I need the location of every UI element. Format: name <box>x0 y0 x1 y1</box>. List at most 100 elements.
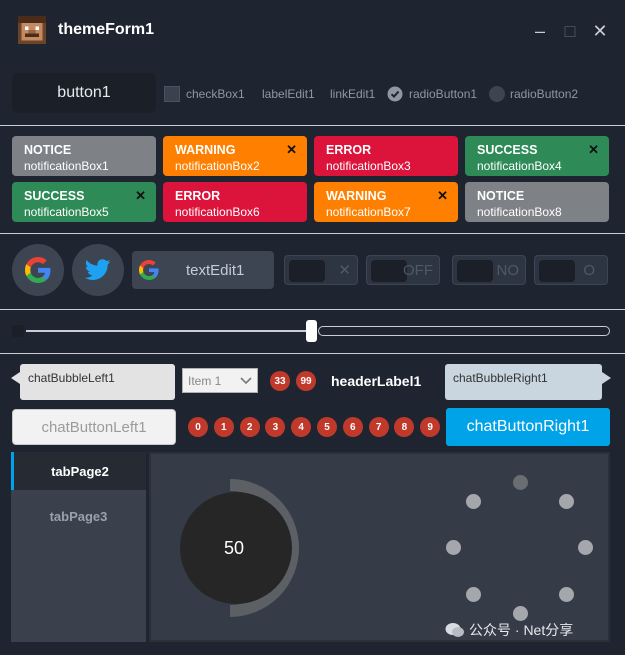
spinner-dot <box>559 494 574 509</box>
slider-thumb[interactable] <box>306 320 317 342</box>
tab-page2[interactable]: tabPage2 <box>11 452 146 490</box>
radio-button1-label[interactable]: radioButton1 <box>409 87 477 101</box>
toggle-label: O <box>583 262 595 279</box>
separator <box>0 309 625 310</box>
badge-99: 99 <box>296 371 316 391</box>
notification-box[interactable]: ERROR notificationBox6 <box>163 182 307 222</box>
toggle-x[interactable]: ✕ <box>284 255 358 285</box>
slider-fill <box>26 330 312 332</box>
text-edit1[interactable]: textEdit1 <box>132 251 274 289</box>
button1[interactable]: button1 <box>12 73 156 113</box>
item-combobox[interactable]: Item 1 <box>182 368 258 393</box>
number-badge: 1 <box>213 417 234 437</box>
watermark-text: 公众号 · Net分享 <box>469 622 574 638</box>
chat-bubble-left: chatBubbleLeft1 <box>11 364 175 400</box>
number-badge: 4 <box>291 417 312 437</box>
toggle-label: NO <box>496 262 520 279</box>
close-icon[interactable]: ✕ <box>588 142 599 158</box>
checkbox1-box[interactable] <box>164 86 180 102</box>
notification-title: NOTICE <box>477 189 525 203</box>
number-badge: 9 <box>420 417 441 437</box>
radio-button2-label[interactable]: radioButton2 <box>510 87 578 101</box>
notification-box[interactable]: NOTICE notificationBox1 <box>12 136 156 176</box>
number-badge: 6 <box>342 417 363 437</box>
notification-box[interactable]: ERROR notificationBox3 <box>314 136 458 176</box>
toggle-knob <box>371 260 407 282</box>
close-icon[interactable]: ✕ <box>135 188 146 204</box>
toggle-label: OFF <box>403 262 433 279</box>
toggle-knob <box>289 260 325 282</box>
notification-title: SUCCESS <box>24 189 85 203</box>
link-edit1[interactable]: linkEdit1 <box>330 87 375 101</box>
chat-bubble-right-text: chatBubbleRight1 <box>453 371 548 385</box>
spinner-dot <box>578 540 593 555</box>
number-badge: 3 <box>265 417 286 437</box>
knob-control[interactable]: 50 <box>172 478 312 618</box>
notification-title: NOTICE <box>24 143 72 157</box>
spinner-dot <box>466 494 481 509</box>
combobox-value: Item 1 <box>188 374 222 388</box>
toggle-knob <box>539 260 575 282</box>
notification-box[interactable]: NOTICE notificationBox8 <box>465 182 609 222</box>
notification-name: notificationBox3 <box>326 159 411 173</box>
chat-button-right[interactable]: chatButtonRight1 <box>446 408 610 446</box>
bubble-tail <box>11 372 20 384</box>
loading-spinner <box>440 468 600 628</box>
chat-button-left[interactable]: chatButtonLeft1 <box>12 409 176 445</box>
text-edit1-value: textEdit1 <box>186 262 245 279</box>
toggle-off[interactable]: OFF <box>366 255 440 285</box>
chevron-down-icon <box>240 377 252 385</box>
notification-title: ERROR <box>175 189 221 203</box>
app-icon <box>18 16 46 44</box>
tab-page3[interactable]: tabPage3 <box>11 497 146 535</box>
notification-name: notificationBox4 <box>477 159 562 173</box>
separator <box>0 125 625 126</box>
radio-checked-icon[interactable] <box>387 86 403 102</box>
label-edit1[interactable]: labelEdit1 <box>262 87 315 101</box>
slider-start-marker <box>12 325 24 337</box>
notification-box[interactable]: SUCCESS notificationBox5 ✕ <box>12 182 156 222</box>
spinner-dot <box>466 587 481 602</box>
maximize-button[interactable]: □ <box>555 16 585 46</box>
bubble-tail <box>602 372 611 384</box>
number-badge: 0 <box>188 417 208 437</box>
radio-unchecked-icon[interactable] <box>489 86 505 102</box>
notification-name: notificationBox2 <box>175 159 260 173</box>
toggle-o[interactable]: O <box>534 255 608 285</box>
notification-box[interactable]: SUCCESS notificationBox4 ✕ <box>465 136 609 176</box>
toggle-knob <box>457 260 493 282</box>
number-badge: 2 <box>239 417 260 437</box>
slider-rest <box>318 326 610 336</box>
twitter-circle-button[interactable] <box>72 244 124 296</box>
separator <box>0 233 625 234</box>
slider-track[interactable] <box>26 320 610 342</box>
notification-name: notificationBox1 <box>24 159 109 173</box>
chat-bubble-left-text: chatBubbleLeft1 <box>28 371 115 385</box>
notification-title: ERROR <box>326 143 372 157</box>
watermark: 公众号 · Net分享 <box>445 620 573 640</box>
header-label1: headerLabel1 <box>331 373 422 389</box>
google-circle-button[interactable] <box>12 244 64 296</box>
notification-title: WARNING <box>326 189 387 203</box>
google-icon <box>25 257 51 283</box>
notification-name: notificationBox8 <box>477 205 562 219</box>
close-icon[interactable]: ✕ <box>437 188 448 204</box>
toggle-no[interactable]: NO <box>452 255 526 285</box>
close-icon[interactable]: ✕ <box>286 142 297 158</box>
number-badge: 8 <box>394 417 415 437</box>
number-badge: 7 <box>368 417 389 437</box>
notification-box[interactable]: WARNING notificationBox2 ✕ <box>163 136 307 176</box>
notification-name: notificationBox5 <box>24 205 109 219</box>
toggle-label: ✕ <box>338 262 351 279</box>
notification-name: notificationBox7 <box>326 205 411 219</box>
spinner-dot <box>513 475 528 490</box>
chat-bubble-right: chatBubbleRight1 <box>445 364 611 400</box>
checkbox1-label[interactable]: checkBox1 <box>186 87 245 101</box>
minimize-button[interactable]: – <box>525 16 555 46</box>
notification-box[interactable]: WARNING notificationBox7 ✕ <box>314 182 458 222</box>
notification-title: SUCCESS <box>477 143 538 157</box>
spinner-dot <box>559 587 574 602</box>
notification-title: WARNING <box>175 143 236 157</box>
close-button[interactable]: ✕ <box>585 16 615 46</box>
number-badge: 5 <box>317 417 337 437</box>
